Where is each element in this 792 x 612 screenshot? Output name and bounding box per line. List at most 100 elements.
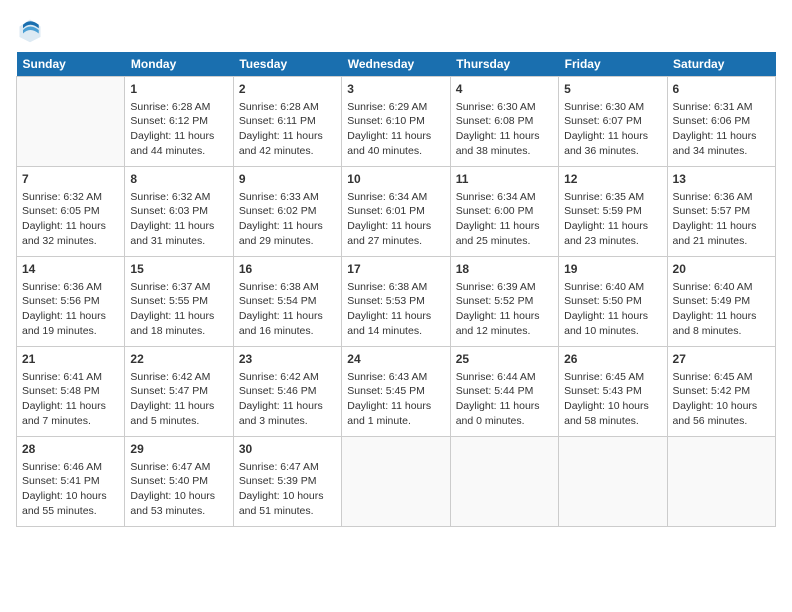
day-info: Sunrise: 6:40 AM Sunset: 5:49 PM Dayligh… [673,280,770,339]
calendar-cell: 6 Sunrise: 6:31 AM Sunset: 6:06 PM Daylig… [667,77,775,167]
calendar-cell: 29 Sunrise: 6:47 AM Sunset: 5:40 PM Dayli… [125,437,233,527]
calendar-cell: 26 Sunrise: 6:45 AM Sunset: 5:43 PM Dayli… [559,347,667,437]
day-number: 29 [130,441,227,458]
day-number: 16 [239,261,336,278]
day-info: Sunrise: 6:31 AM Sunset: 6:06 PM Dayligh… [673,100,770,159]
calendar-cell: 11 Sunrise: 6:34 AM Sunset: 6:00 PM Dayli… [450,167,558,257]
calendar-cell [17,77,125,167]
calendar-day-header: Monday [125,52,233,77]
day-info: Sunrise: 6:38 AM Sunset: 5:53 PM Dayligh… [347,280,444,339]
day-number: 3 [347,81,444,98]
calendar-cell: 2 Sunrise: 6:28 AM Sunset: 6:11 PM Daylig… [233,77,341,167]
day-info: Sunrise: 6:45 AM Sunset: 5:43 PM Dayligh… [564,370,661,429]
day-info: Sunrise: 6:38 AM Sunset: 5:54 PM Dayligh… [239,280,336,339]
calendar-cell: 20 Sunrise: 6:40 AM Sunset: 5:49 PM Dayli… [667,257,775,347]
calendar-cell: 18Sunrise: 6:39 AM Sunset: 5:52 PM Dayli… [450,257,558,347]
logo [16,16,48,44]
calendar-cell [450,437,558,527]
day-number: 12 [564,171,661,188]
calendar-day-header: Tuesday [233,52,341,77]
day-info: Sunrise: 6:30 AM Sunset: 6:07 PM Dayligh… [564,100,661,159]
day-number: 18 [456,261,553,278]
calendar-cell: 21 Sunrise: 6:41 AM Sunset: 5:48 PM Dayli… [17,347,125,437]
day-info: Sunrise: 6:34 AM Sunset: 6:01 PM Dayligh… [347,190,444,249]
day-info: Sunrise: 6:47 AM Sunset: 5:40 PM Dayligh… [130,460,227,519]
calendar-day-header: Friday [559,52,667,77]
day-info: Sunrise: 6:33 AM Sunset: 6:02 PM Dayligh… [239,190,336,249]
day-info: Sunrise: 6:28 AM Sunset: 6:11 PM Dayligh… [239,100,336,159]
calendar-cell: 23 Sunrise: 6:42 AM Sunset: 5:46 PM Dayli… [233,347,341,437]
day-info: Sunrise: 6:43 AM Sunset: 5:45 PM Dayligh… [347,370,444,429]
calendar-day-header: Sunday [17,52,125,77]
day-number: 1 [130,81,227,98]
calendar-cell: 25 Sunrise: 6:44 AM Sunset: 5:44 PM Dayli… [450,347,558,437]
day-info: Sunrise: 6:29 AM Sunset: 6:10 PM Dayligh… [347,100,444,159]
calendar-cell: 22Sunrise: 6:42 AM Sunset: 5:47 PM Dayli… [125,347,233,437]
calendar-cell: 12 Sunrise: 6:35 AM Sunset: 5:59 PM Dayli… [559,167,667,257]
day-number: 24 [347,351,444,368]
calendar-cell: 27 Sunrise: 6:45 AM Sunset: 5:42 PM Dayli… [667,347,775,437]
day-number: 22 [130,351,227,368]
calendar-cell: 19Sunrise: 6:40 AM Sunset: 5:50 PM Dayli… [559,257,667,347]
day-number: 14 [22,261,119,278]
day-info: Sunrise: 6:36 AM Sunset: 5:57 PM Dayligh… [673,190,770,249]
day-info: Sunrise: 6:42 AM Sunset: 5:46 PM Dayligh… [239,370,336,429]
day-number: 9 [239,171,336,188]
calendar-cell: 30 Sunrise: 6:47 AM Sunset: 5:39 PM Dayli… [233,437,341,527]
day-number: 11 [456,171,553,188]
day-number: 2 [239,81,336,98]
day-info: Sunrise: 6:35 AM Sunset: 5:59 PM Dayligh… [564,190,661,249]
day-number: 23 [239,351,336,368]
calendar-cell: 7Sunrise: 6:32 AM Sunset: 6:05 PM Daylig… [17,167,125,257]
day-number: 19 [564,261,661,278]
day-number: 20 [673,261,770,278]
calendar-cell: 24 Sunrise: 6:43 AM Sunset: 5:45 PM Dayli… [342,347,450,437]
day-info: Sunrise: 6:47 AM Sunset: 5:39 PM Dayligh… [239,460,336,519]
calendar-cell: 10 Sunrise: 6:34 AM Sunset: 6:01 PM Dayli… [342,167,450,257]
calendar-cell: 9 Sunrise: 6:33 AM Sunset: 6:02 PM Daylig… [233,167,341,257]
calendar-cell: 8Sunrise: 6:32 AM Sunset: 6:03 PM Daylig… [125,167,233,257]
calendar-day-header: Wednesday [342,52,450,77]
calendar-header-row: SundayMondayTuesdayWednesdayThursdayFrid… [17,52,776,77]
day-info: Sunrise: 6:28 AM Sunset: 6:12 PM Dayligh… [130,100,227,159]
calendar-cell: 16 Sunrise: 6:38 AM Sunset: 5:54 PM Dayli… [233,257,341,347]
day-number: 10 [347,171,444,188]
calendar-week-row: 7Sunrise: 6:32 AM Sunset: 6:05 PM Daylig… [17,167,776,257]
calendar-cell: 17 Sunrise: 6:38 AM Sunset: 5:53 PM Dayli… [342,257,450,347]
day-number: 30 [239,441,336,458]
calendar-week-row: 14 Sunrise: 6:36 AM Sunset: 5:56 PM Dayli… [17,257,776,347]
day-number: 7 [22,171,119,188]
day-number: 13 [673,171,770,188]
day-info: Sunrise: 6:37 AM Sunset: 5:55 PM Dayligh… [130,280,227,339]
calendar-week-row: 21 Sunrise: 6:41 AM Sunset: 5:48 PM Dayli… [17,347,776,437]
calendar-week-row: 28 Sunrise: 6:46 AM Sunset: 5:41 PM Dayli… [17,437,776,527]
day-info: Sunrise: 6:41 AM Sunset: 5:48 PM Dayligh… [22,370,119,429]
day-number: 15 [130,261,227,278]
day-number: 26 [564,351,661,368]
calendar-day-header: Saturday [667,52,775,77]
calendar-cell: 14 Sunrise: 6:36 AM Sunset: 5:56 PM Dayli… [17,257,125,347]
calendar-cell: 3 Sunrise: 6:29 AM Sunset: 6:10 PM Daylig… [342,77,450,167]
calendar-cell [559,437,667,527]
calendar-cell: 1 Sunrise: 6:28 AM Sunset: 6:12 PM Daylig… [125,77,233,167]
day-number: 6 [673,81,770,98]
day-number: 21 [22,351,119,368]
calendar-cell: 15 Sunrise: 6:37 AM Sunset: 5:55 PM Dayli… [125,257,233,347]
day-number: 17 [347,261,444,278]
calendar-cell: 5Sunrise: 6:30 AM Sunset: 6:07 PM Daylig… [559,77,667,167]
day-number: 27 [673,351,770,368]
day-info: Sunrise: 6:44 AM Sunset: 5:44 PM Dayligh… [456,370,553,429]
day-info: Sunrise: 6:36 AM Sunset: 5:56 PM Dayligh… [22,280,119,339]
day-info: Sunrise: 6:45 AM Sunset: 5:42 PM Dayligh… [673,370,770,429]
day-number: 28 [22,441,119,458]
day-info: Sunrise: 6:34 AM Sunset: 6:00 PM Dayligh… [456,190,553,249]
page-header [16,16,776,44]
calendar-cell [667,437,775,527]
calendar-cell [342,437,450,527]
day-info: Sunrise: 6:32 AM Sunset: 6:03 PM Dayligh… [130,190,227,249]
calendar-cell: 13 Sunrise: 6:36 AM Sunset: 5:57 PM Dayli… [667,167,775,257]
calendar-week-row: 1 Sunrise: 6:28 AM Sunset: 6:12 PM Daylig… [17,77,776,167]
day-info: Sunrise: 6:46 AM Sunset: 5:41 PM Dayligh… [22,460,119,519]
day-number: 25 [456,351,553,368]
day-number: 4 [456,81,553,98]
